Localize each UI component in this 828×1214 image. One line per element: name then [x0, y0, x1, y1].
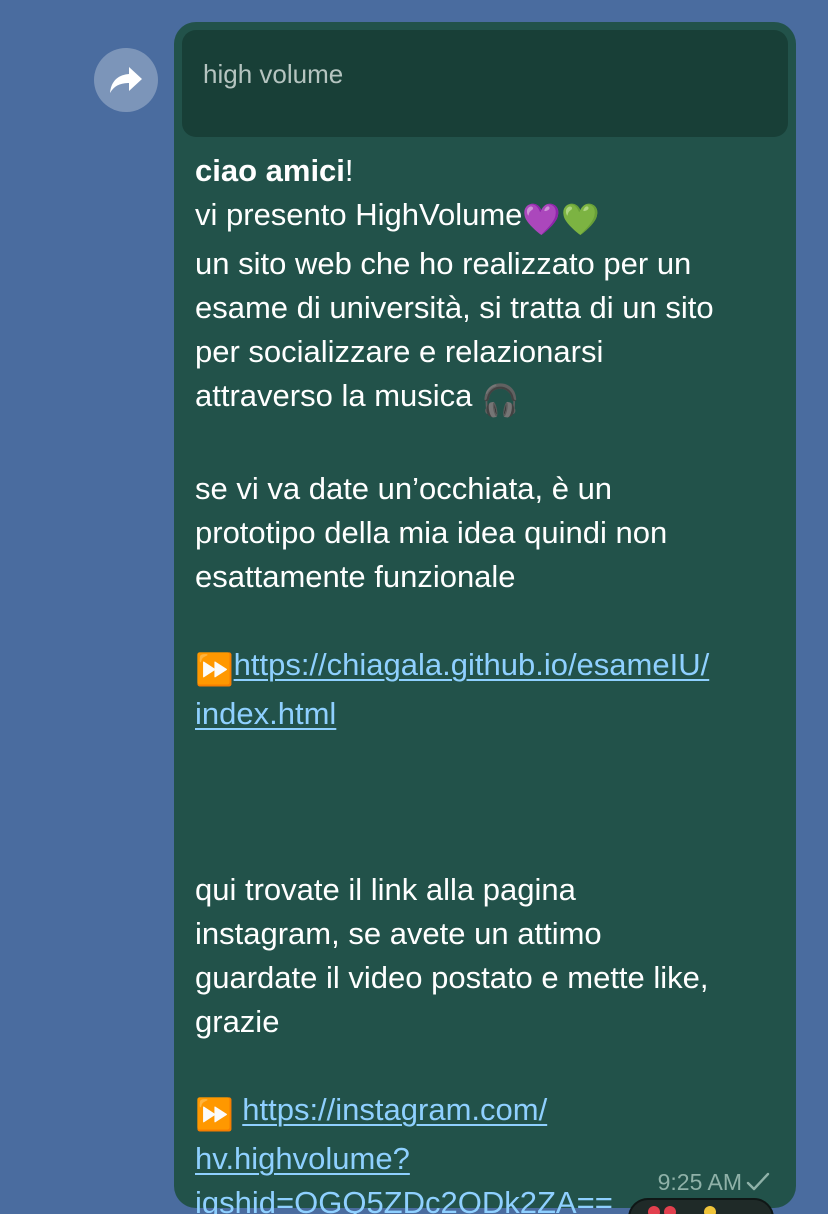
- instagram-link-line-1: https://instagram.com/: [242, 1092, 548, 1127]
- message-bubble[interactable]: high volume ciao amici! vi presento High…: [174, 22, 796, 1214]
- greeting-punct: !: [344, 153, 354, 188]
- reaction-dot: [664, 1206, 676, 1214]
- forward-arrow-icon: [110, 67, 142, 93]
- reaction-bar[interactable]: [628, 1198, 774, 1214]
- paragraph-3: qui trovate il link alla pagina instagra…: [195, 872, 709, 1039]
- reaction-dot: [704, 1206, 716, 1214]
- message-meta: 9:25 AM: [658, 1167, 770, 1197]
- fast-forward-icon: ⏩: [195, 1097, 234, 1132]
- message-time: 9:25 AM: [657, 1169, 742, 1195]
- message-text: ciao amici! vi presento HighVolume💜💚 un …: [195, 149, 785, 1214]
- paragraph-2: se vi va date un’occhiata, è un prototip…: [195, 471, 668, 594]
- forward-button[interactable]: [94, 48, 158, 112]
- purple-heart-icon: 💜: [522, 202, 562, 237]
- website-link-line-2: index.html: [195, 696, 337, 731]
- instagram-link-line-3: igshid=OGQ5ZDc2ODk2ZA==: [195, 1185, 613, 1214]
- reaction-dot: [648, 1206, 660, 1214]
- intro-line: vi presento HighVolume: [195, 197, 523, 232]
- headphones-icon: 🎧: [481, 383, 520, 418]
- website-link-line-1: https://chiagala.github.io/esameIU/: [233, 647, 710, 682]
- instagram-link[interactable]: https://instagram.com/ hv.highvolume? ig…: [195, 1092, 613, 1214]
- chat-background: high volume ciao amici! vi presento High…: [0, 0, 828, 1214]
- website-link[interactable]: https://chiagala.github.io/esameIU/ inde…: [195, 647, 709, 731]
- fast-forward-icon: ⏩: [195, 652, 234, 687]
- link-preview[interactable]: high volume: [182, 30, 788, 137]
- link-preview-title: high volume: [203, 59, 344, 89]
- single-check-icon: [746, 1172, 770, 1191]
- paragraph-1: un sito web che ho realizzato per un esa…: [195, 246, 714, 413]
- instagram-link-line-2: hv.highvolume?: [195, 1141, 410, 1176]
- greeting-bold: ciao amici: [195, 153, 345, 188]
- green-heart-icon: 💚: [561, 202, 600, 237]
